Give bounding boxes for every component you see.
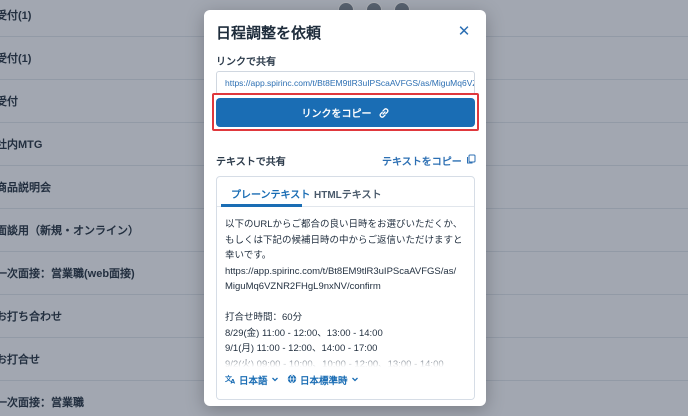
tab-html-text[interactable]: HTMLテキスト [314, 186, 381, 201]
message-line: 打合せ時間：60分 [225, 312, 303, 323]
message-line: 幸いです。 [225, 250, 272, 261]
tab-plain-text[interactable]: プレーンテキスト [231, 186, 310, 201]
copy-text-button[interactable]: テキストをコピー [382, 153, 476, 168]
translate-icon: 文A [225, 373, 236, 387]
message-line: MiguMq6VZNR2FHgL9nxNV/confirm [225, 281, 381, 292]
copy-link-button[interactable]: リンクをコピー [216, 98, 475, 127]
message-line: 以下のURLからご都合の良い日時をお選びいただくか、 [225, 219, 463, 230]
message-line: 8/29(金) 11:00 - 12:00、13:00 - 14:00 [225, 327, 383, 339]
message-text[interactable]: 以下のURLからご都合の良い日時をお選びいただくか、 もしくは下記の候補日時の中か… [225, 217, 465, 372]
active-tab-indicator [221, 204, 302, 207]
panel-footer: 文A 日本語 日本標準時 [217, 367, 474, 399]
copy-icon [466, 154, 476, 167]
share-url-field[interactable]: https://app.spirinc.com/t/Bt8EM9tlR3uIPS… [216, 71, 475, 95]
timezone-label: 日本標準時 [300, 376, 348, 387]
svg-text:A: A [231, 379, 236, 385]
text-preview-panel: プレーンテキスト HTMLテキスト 以下のURLからご都合の良い日時をお選びいた… [216, 176, 475, 400]
text-share-label: テキストで共有 [216, 157, 286, 168]
text-format-tabs: プレーンテキスト HTMLテキスト [217, 177, 474, 207]
text-fade [217, 355, 474, 367]
globe-icon [287, 374, 297, 387]
link-share-label: リンクで共有 [216, 57, 276, 68]
link-icon [378, 107, 390, 119]
copy-link-label: リンクをコピー [301, 109, 372, 120]
language-select[interactable]: 文A 日本語 [225, 373, 279, 387]
copy-text-label: テキストをコピー [382, 157, 462, 168]
language-label: 日本語 [239, 376, 268, 387]
schedule-request-dialog: 日程調整を依頼 ✕ リンクで共有 https://app.spirinc.com… [204, 10, 486, 406]
message-line [225, 295, 465, 311]
timezone-select[interactable]: 日本標準時 [287, 373, 359, 387]
message-line: もしくは下記の候補日時の中からご返信いただけますと [225, 234, 463, 246]
close-icon[interactable]: ✕ [456, 24, 472, 40]
message-line: https://app.spirinc.com/t/Bt8EM9tlR3uIPS… [225, 265, 457, 277]
dialog-title: 日程調整を依頼 [216, 25, 322, 42]
chevron-down-icon [271, 375, 279, 386]
chevron-down-icon [351, 375, 359, 386]
